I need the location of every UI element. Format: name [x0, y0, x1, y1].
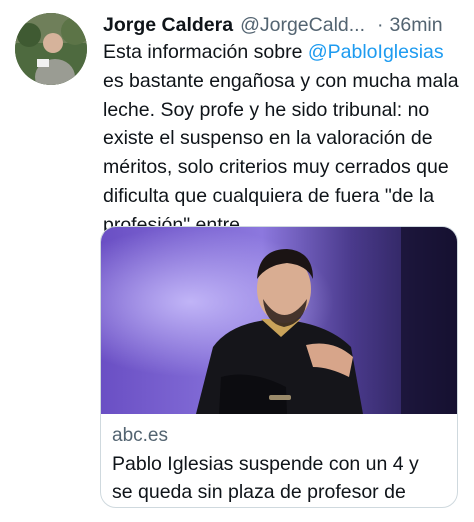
- author-avatar[interactable]: [15, 13, 87, 85]
- author-handle[interactable]: @JorgeCald...: [240, 14, 365, 37]
- link-domain: abc.es: [112, 425, 168, 446]
- link-title-line-2: se queda sin plaza de profesor de Pe...: [112, 481, 406, 503]
- header-separator: ·: [377, 13, 384, 36]
- link-title-line-1: Pablo Iglesias suspende con un 4 y: [112, 453, 419, 475]
- link-title: Pablo Iglesias suspende con un 4 y se qu…: [112, 450, 447, 507]
- tweet-header: Jorge Caldera @JorgeCald... · 36min: [103, 12, 464, 38]
- author-name[interactable]: Jorge Caldera: [103, 14, 233, 37]
- tweet-text-line-1: Esta información sobre @PabloIglesias: [103, 41, 444, 63]
- tweet-text-line-5: méritos, solo criterios muy cerrados que: [103, 156, 449, 179]
- tweet[interactable]: Jorge Caldera @JorgeCald... · 36min Esta…: [0, 0, 474, 522]
- tweet-timestamp[interactable]: 36min: [390, 14, 443, 37]
- mention-link[interactable]: @PabloIglesias: [308, 41, 444, 63]
- link-preview-meta: abc.es Pablo Iglesias suspende con un 4 …: [112, 424, 447, 507]
- avatar-photo: [15, 13, 87, 85]
- tweet-text-line-6: dificulta que cualquiera de fuera "de la: [103, 184, 435, 207]
- link-preview-image: [101, 227, 457, 414]
- tweet-text: Esta información sobre @PabloIglesias es…: [103, 38, 465, 240]
- link-preview-card[interactable]: abc.es Pablo Iglesias suspende con un 4 …: [100, 226, 458, 508]
- tweet-text-line-3: leche. Soy profe y he sido tribunal: no: [103, 98, 430, 121]
- tweet-text-line-4: existe el suspenso en la valoración de: [103, 127, 433, 150]
- tweet-text-line-2: es bastante engañosa y con mucha mala: [103, 69, 459, 92]
